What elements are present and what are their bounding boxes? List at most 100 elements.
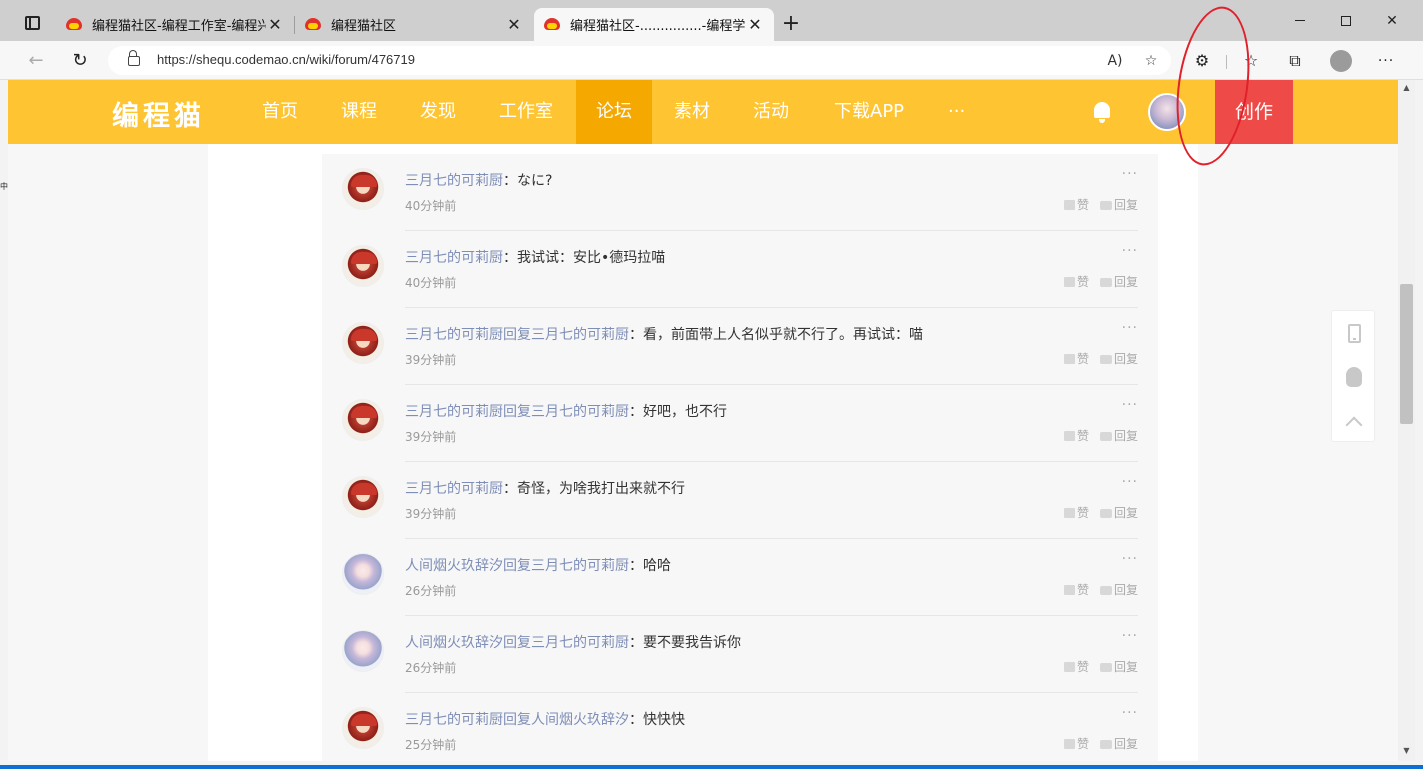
reply-author[interactable]: 三月七的可莉厨	[405, 173, 503, 189]
reply-more-icon[interactable]: ···	[1122, 628, 1138, 644]
mobile-app-button[interactable]	[1332, 311, 1376, 355]
like-button[interactable]: 赞	[1064, 273, 1089, 290]
reply-button[interactable]: 回复	[1100, 504, 1138, 521]
nav-forum[interactable]: 论坛	[576, 80, 652, 144]
reply-avatar[interactable]	[342, 553, 384, 595]
reply-avatar[interactable]	[342, 630, 384, 672]
back-to-top-button[interactable]	[1332, 399, 1376, 443]
comment-icon	[1100, 201, 1112, 210]
reply-item: 三月七的可莉厨：なに? 40分钟前 ··· 赞 回复	[322, 154, 1158, 231]
thumbs-up-icon	[1064, 585, 1075, 595]
reply-avatar[interactable]	[342, 707, 384, 749]
nav-materials[interactable]: 素材	[654, 80, 730, 144]
reply-button[interactable]: 回复	[1100, 350, 1138, 367]
like-button[interactable]: 赞	[1064, 196, 1089, 213]
new-tab-button[interactable]: +	[778, 12, 804, 38]
reply-button[interactable]: 回复	[1100, 196, 1138, 213]
nav-download-app[interactable]: 下载APP	[814, 80, 924, 144]
reply-more-icon[interactable]: ···	[1122, 166, 1138, 182]
extensions-icon[interactable]: ⚙	[1190, 49, 1214, 73]
reply-time: 39分钟前	[405, 507, 457, 521]
url-text[interactable]: https://shequ.codemao.cn/wiki/forum/4767…	[157, 52, 415, 67]
browser-toolbar: ← ↻ https://shequ.codemao.cn/wiki/forum/…	[0, 41, 1423, 80]
reply-author[interactable]: 三月七的可莉厨回复三月七的可莉厨	[405, 404, 629, 420]
reply-author[interactable]: 三月七的可莉厨	[405, 481, 503, 497]
thumbs-up-icon	[1064, 739, 1075, 749]
like-button[interactable]: 赞	[1064, 581, 1089, 598]
browser-tab[interactable]: 编程猫社区 ✕	[295, 8, 533, 41]
tab-title: 编程猫社区-...............-编程学习交	[570, 19, 746, 34]
back-button[interactable]: ←	[21, 46, 51, 74]
like-button[interactable]: 赞	[1064, 504, 1089, 521]
nav-studio[interactable]: 工作室	[479, 80, 573, 144]
collections-icon[interactable]: ⧉	[1283, 49, 1307, 73]
side-tools	[1331, 310, 1375, 442]
reply-button[interactable]: 回复	[1100, 427, 1138, 444]
nav-courses[interactable]: 课程	[321, 80, 397, 144]
reply-author[interactable]: 人间烟火玖辞汐回复三月七的可莉厨	[405, 635, 629, 651]
reply-author[interactable]: 三月七的可莉厨	[405, 250, 503, 266]
reply-avatar[interactable]	[342, 245, 384, 287]
site-logo[interactable]: 编程猫	[112, 94, 205, 133]
create-button[interactable]: 创作	[1215, 80, 1293, 144]
nav-home[interactable]: 首页	[242, 80, 318, 144]
reply-avatar[interactable]	[342, 476, 384, 518]
read-aloud-icon[interactable]: A)	[1104, 50, 1126, 72]
reload-button[interactable]: ↻	[65, 46, 95, 74]
reply-more-icon[interactable]: ···	[1122, 243, 1138, 259]
like-button[interactable]: 赞	[1064, 350, 1089, 367]
site-header: 编程猫 首页 课程 发现 工作室 论坛 素材 活动 下载APP ··· 创作	[8, 80, 1398, 144]
settings-more-icon[interactable]: ···	[1374, 49, 1398, 73]
reply-more-icon[interactable]: ···	[1122, 705, 1138, 721]
minimize-button[interactable]	[1277, 0, 1323, 41]
like-button[interactable]: 赞	[1064, 658, 1089, 675]
like-button[interactable]: 赞	[1064, 427, 1089, 444]
user-avatar[interactable]	[1148, 93, 1186, 131]
comment-icon	[1100, 509, 1112, 518]
nav-more[interactable]: ···	[928, 80, 985, 144]
reply-more-icon[interactable]: ···	[1122, 397, 1138, 413]
reply-item: 三月七的可莉厨：奇怪，为啥我打出来就不行 39分钟前 ··· 赞 回复	[322, 462, 1158, 539]
reply-button[interactable]: 回复	[1100, 658, 1138, 675]
maximize-button[interactable]	[1323, 0, 1369, 41]
reply-avatar[interactable]	[342, 168, 384, 210]
profile-button[interactable]	[1329, 49, 1353, 73]
nav-discover[interactable]: 发现	[400, 80, 476, 144]
tab-actions-button[interactable]	[14, 10, 50, 36]
lock-icon[interactable]	[128, 50, 140, 66]
close-window-button[interactable]: ✕	[1369, 0, 1415, 41]
reply-item: 三月七的可莉厨回复人间烟火玖辞汐：快快快 25分钟前 ··· 赞 回复	[322, 693, 1158, 761]
reply-button[interactable]: 回复	[1100, 581, 1138, 598]
browser-tab[interactable]: 编程猫社区-编程工作室-编程兴趣 ✕	[56, 8, 295, 41]
reply-author[interactable]: 三月七的可莉厨回复人间烟火玖辞汐	[405, 712, 629, 728]
nav-events[interactable]: 活动	[733, 80, 809, 144]
reply-more-icon[interactable]: ···	[1122, 474, 1138, 490]
tab-close-icon[interactable]: ✕	[266, 15, 284, 34]
scrollbar-thumb[interactable]	[1400, 284, 1413, 424]
tab-close-icon[interactable]: ✕	[505, 15, 523, 34]
like-label: 赞	[1077, 583, 1090, 597]
scroll-down-arrow-icon[interactable]: ▼	[1401, 746, 1412, 756]
notification-bell-icon[interactable]	[1091, 100, 1113, 124]
qq-button[interactable]	[1332, 355, 1376, 399]
reply-text: ：我试试：安比•德玛拉喵	[503, 250, 666, 266]
reply-item: 人间烟火玖辞汐回复三月七的可莉厨：要不要我告诉你 26分钟前 ··· 赞 回复	[322, 616, 1158, 693]
browser-tab-active[interactable]: 编程猫社区-...............-编程学习交 ✕	[534, 8, 774, 41]
favorites-icon[interactable]: ☆	[1239, 49, 1263, 73]
reply-author[interactable]: 人间烟火玖辞汐回复三月七的可莉厨	[405, 558, 629, 574]
reply-time: 26分钟前	[405, 661, 457, 675]
reply-button[interactable]: 回复	[1100, 735, 1138, 752]
scroll-up-arrow-icon[interactable]: ▲	[1401, 83, 1412, 93]
reply-more-icon[interactable]: ···	[1122, 320, 1138, 336]
add-favorite-icon[interactable]: ☆	[1140, 50, 1162, 72]
tab-close-icon[interactable]: ✕	[746, 15, 764, 34]
like-label: 赞	[1077, 429, 1090, 443]
reply-more-icon[interactable]: ···	[1122, 551, 1138, 567]
phone-icon	[1347, 323, 1361, 343]
reply-avatar[interactable]	[342, 322, 384, 364]
like-button[interactable]: 赞	[1064, 735, 1089, 752]
address-bar[interactable]: https://shequ.codemao.cn/wiki/forum/4767…	[108, 46, 1171, 75]
reply-author[interactable]: 三月七的可莉厨回复三月七的可莉厨	[405, 327, 629, 343]
reply-avatar[interactable]	[342, 399, 384, 441]
reply-button[interactable]: 回复	[1100, 273, 1138, 290]
